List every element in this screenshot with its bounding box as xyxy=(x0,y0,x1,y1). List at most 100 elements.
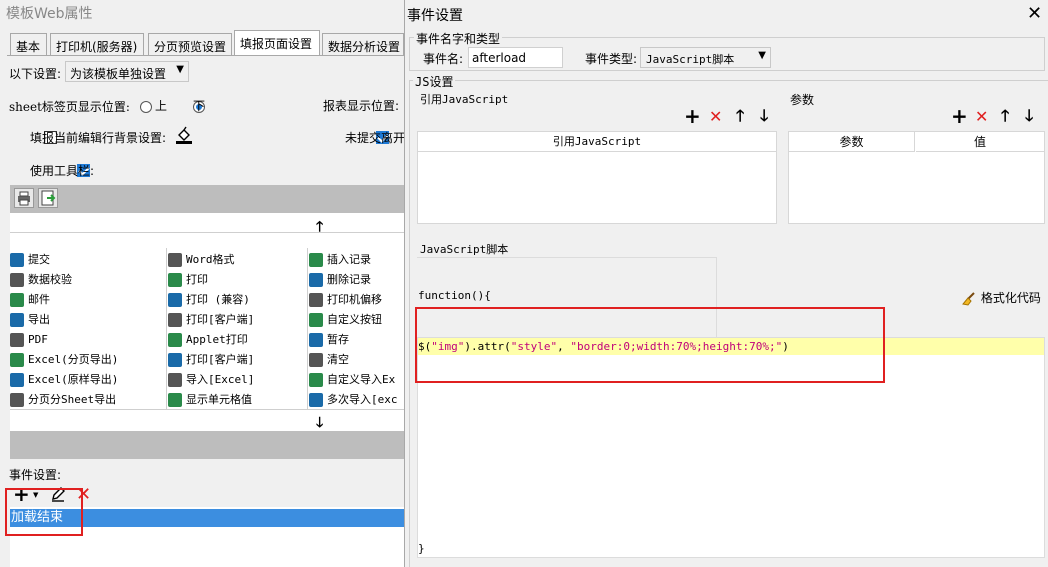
toolbar-item[interactable]: 打印 xyxy=(168,269,208,289)
toolbar-item-label: PDF xyxy=(28,333,48,346)
toolbar-item[interactable]: Excel(原样导出) xyxy=(10,369,118,389)
toolbar-item[interactable]: PDF xyxy=(10,329,48,349)
event-type-select[interactable]: JavaScript脚本 ▼ xyxy=(640,47,771,68)
add-ref-js-icon[interactable]: + xyxy=(684,106,701,126)
move-down-param-icon[interactable]: 🡓 xyxy=(1025,108,1033,124)
toolbar-item[interactable]: 邮件 xyxy=(10,289,50,309)
toolbar-item[interactable]: 导出 xyxy=(10,309,50,329)
toolbar-item[interactable]: 自定义按钮 xyxy=(309,309,382,329)
params-column-value: 值 xyxy=(916,132,1044,152)
params-table: 参数 值 xyxy=(788,131,1045,224)
radio-top[interactable] xyxy=(140,100,152,113)
toolbar-item-label: 清空 xyxy=(327,353,349,366)
arrow-up-icon[interactable]: 🡑 xyxy=(316,216,323,240)
delete-param-icon[interactable]: ✕ xyxy=(975,109,988,125)
move-up-ref-js-icon[interactable]: 🡑 xyxy=(736,108,744,124)
broom-icon xyxy=(961,291,977,306)
event-settings-label: 事件设置: xyxy=(9,468,62,482)
toolbar-item[interactable]: 清空 xyxy=(309,349,349,369)
toolbar-item-label: 插入记录 xyxy=(327,253,371,266)
tab-printer-server[interactable]: 打印机(服务器) xyxy=(50,33,144,55)
toolbar-item-label: 导出 xyxy=(28,313,50,326)
toolbar-item-label: 暂存 xyxy=(327,333,349,346)
tab-basic[interactable]: 基本 xyxy=(10,33,47,55)
ref-js-label: 引用JavaScript xyxy=(420,93,509,106)
toolbar-item-icon xyxy=(168,332,182,347)
toolbar-item[interactable]: 自定义导入Ex xyxy=(309,369,395,389)
toolbar-item[interactable]: 数据校验 xyxy=(10,269,72,289)
event-name-input[interactable]: afterload xyxy=(468,47,563,68)
toolbar-item[interactable]: 提交 xyxy=(10,249,50,269)
toolbar-item-label: Excel(原样导出) xyxy=(28,373,119,386)
toolbar-item-label: 打印 (兼容) xyxy=(186,293,250,306)
toolbar-item[interactable]: 删除记录 xyxy=(309,269,371,289)
toolbar-item-icon xyxy=(10,372,24,387)
toolbar-item[interactable]: 暂存 xyxy=(309,329,349,349)
delete-ref-js-icon[interactable]: ✕ xyxy=(709,109,722,125)
toolbar-item-label: 打印 xyxy=(186,273,208,286)
radio-top-label: 上 xyxy=(155,99,168,113)
toolbar-item[interactable]: 多次导入[exc xyxy=(309,389,398,409)
toolbar-item[interactable]: 插入记录 xyxy=(309,249,371,269)
toolbar-item-icon xyxy=(168,252,182,267)
close-icon[interactable]: ✕ xyxy=(1027,3,1042,24)
toolbar-item-label: 数据校验 xyxy=(28,273,72,286)
export-icon[interactable] xyxy=(38,188,58,208)
js-settings-group-label: JS设置 xyxy=(413,73,456,90)
toolbar-item-icon xyxy=(10,292,24,307)
toolbar-col-divider-1 xyxy=(166,248,167,409)
move-up-param-icon[interactable]: 🡑 xyxy=(1001,108,1009,124)
toolbar-item[interactable]: 显示单元格值 xyxy=(168,389,252,409)
highlight-annotation-left xyxy=(5,488,83,536)
tab-page-preview[interactable]: 分页预览设置 xyxy=(148,33,232,55)
event-type-value: JavaScript脚本 xyxy=(646,53,735,66)
toolbar-item[interactable]: Word格式 xyxy=(168,249,235,269)
toolbar-item-label: 打印机偏移 xyxy=(327,293,382,306)
event-type-label: 事件类型: xyxy=(585,52,638,66)
unsubmitted-leave-label: 未提交离开 xyxy=(345,131,406,145)
toolbar-item-label: Applet打印 xyxy=(186,333,248,346)
tab-divider xyxy=(7,55,404,56)
event-name-label: 事件名: xyxy=(423,52,464,66)
name-type-group-label: 事件名字和类型 xyxy=(414,30,503,47)
tab-data-analysis[interactable]: 数据分析设置 xyxy=(322,33,404,55)
toolbar-item-label: 打印[客户端] xyxy=(186,353,255,366)
move-down-ref-js-icon[interactable]: 🡓 xyxy=(760,108,768,124)
toolbar-top-divider xyxy=(10,232,404,233)
toolbar-item[interactable]: Applet打印 xyxy=(168,329,248,349)
toolbar-item-icon xyxy=(168,292,182,307)
format-code-button[interactable]: 格式化代码 xyxy=(961,289,1041,306)
highlight-row-label: 填报当前编辑行背景设置: xyxy=(30,131,167,145)
use-toolbar-label: 使用工具栏: xyxy=(30,164,95,178)
paint-bucket-icon[interactable] xyxy=(175,126,193,144)
settings-select[interactable]: 为该模板单独设置 ▼ xyxy=(65,61,189,82)
toolbar-item-icon xyxy=(309,372,323,387)
toolbar-bottom-strip xyxy=(10,431,404,459)
toolbar-item-icon xyxy=(309,352,323,367)
toolbar-item[interactable]: 打印机偏移 xyxy=(309,289,382,309)
toolbar-item[interactable]: Excel(分页导出) xyxy=(10,349,118,369)
params-column-param-label: 参数 xyxy=(839,135,864,149)
toolbar-item-icon xyxy=(309,252,323,267)
toolbar-item-icon xyxy=(10,332,24,347)
add-param-icon[interactable]: + xyxy=(951,106,968,126)
highlight-annotation-code xyxy=(415,307,885,383)
toolbar-item[interactable]: 打印 (兼容) xyxy=(168,289,250,309)
toolbar-item[interactable]: 分页分Sheet导出 xyxy=(10,389,116,409)
toolbar-item-label: 显示单元格值 xyxy=(186,393,252,406)
toolbar-item[interactable]: 导入[Excel] xyxy=(168,369,254,389)
format-code-label: 格式化代码 xyxy=(980,291,1041,305)
event-settings-dialog: 事件设置 ✕ 事件名字和类型 事件名: afterload 事件类型: Java… xyxy=(404,0,1048,567)
toolbar-item-label: 删除记录 xyxy=(327,273,371,286)
printer-icon[interactable] xyxy=(14,188,34,208)
toolbar-item-icon xyxy=(10,352,24,367)
radio-bottom-label: 下 xyxy=(193,99,206,113)
tab-fill-page-settings[interactable]: 填报页面设置 xyxy=(234,30,320,56)
left-panel: 模板Web属性 基本 打印机(服务器) 分页预览设置 填报页面设置 数据分析设置… xyxy=(0,0,406,567)
toolbar-item[interactable]: 打印[客户端] xyxy=(168,349,254,369)
toolbar-item[interactable]: 打印[客户端] xyxy=(168,309,254,329)
toolbar-item-label: Word格式 xyxy=(186,253,235,266)
left-panel-title: 模板Web属性 xyxy=(6,6,93,22)
chevron-down-icon: ▼ xyxy=(758,50,766,61)
params-label: 参数 xyxy=(790,93,815,107)
